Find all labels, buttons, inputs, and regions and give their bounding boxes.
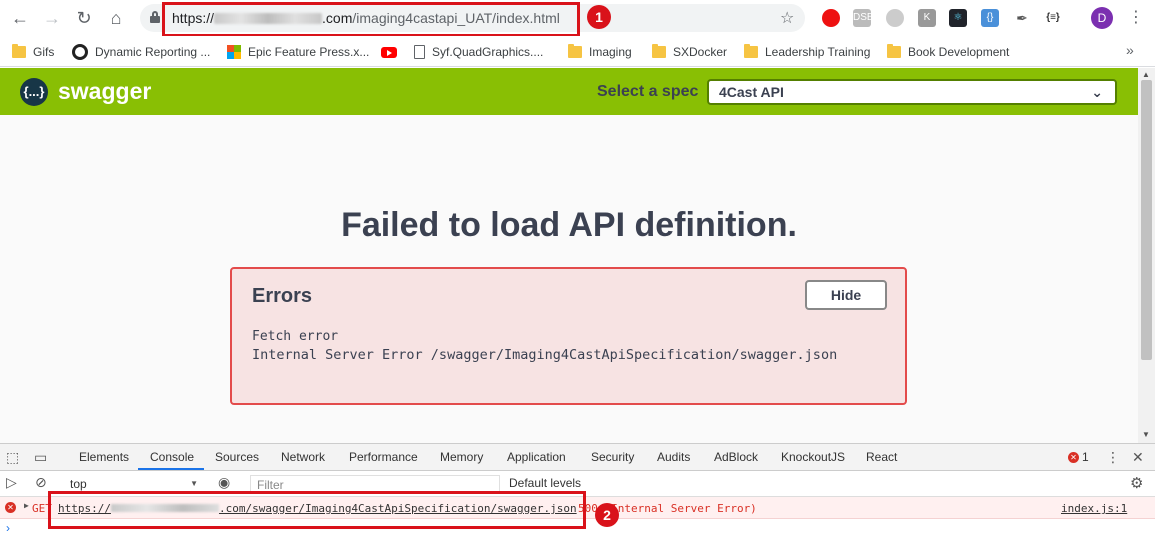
bookmark-youtube[interactable] xyxy=(381,43,397,61)
tab-elements[interactable]: Elements xyxy=(79,450,129,464)
microsoft-icon xyxy=(227,45,241,59)
tab-audits[interactable]: Audits xyxy=(657,450,690,464)
console-prompt[interactable]: › xyxy=(6,521,10,535)
spec-select[interactable]: 4Cast API ⌄ xyxy=(707,79,1117,105)
scroll-thumb[interactable] xyxy=(1141,80,1152,360)
page-title: Failed to load API definition. xyxy=(341,206,797,244)
bookmark-syf[interactable]: Syf.QuadGraphics.... xyxy=(414,43,543,61)
bookmarks-bar: Gifs Dynamic Reporting ... Epic Feature … xyxy=(0,36,1155,67)
circle-icon[interactable] xyxy=(886,9,904,27)
callout-box-console xyxy=(48,491,586,529)
close-icon[interactable]: ✕ xyxy=(1132,449,1144,466)
bookmarks-overflow-icon[interactable]: » xyxy=(1126,42,1134,58)
error-x-icon: ✕ xyxy=(5,502,16,513)
folder-icon xyxy=(652,44,666,58)
bookmark-sxdocker[interactable]: SXDocker xyxy=(652,43,727,61)
active-tab-indicator xyxy=(138,468,204,470)
devtools-tabs: ⬚ ▭ Elements Console Sources Network Per… xyxy=(0,444,1155,471)
swagger-header: {...} swagger Select a spec 4Cast API ⌄ xyxy=(0,68,1138,115)
callout-badge-1: 1 xyxy=(587,5,611,29)
log-levels-select[interactable]: Default levels xyxy=(509,476,581,490)
lock-icon xyxy=(150,11,160,23)
device-toggle-icon[interactable]: ▭ xyxy=(34,449,47,466)
home-icon[interactable]: ⌂ xyxy=(104,6,128,30)
folder-icon xyxy=(568,44,582,58)
folder-icon xyxy=(887,44,901,58)
swagger-logo-icon: {...} xyxy=(20,78,48,106)
scroll-down-icon[interactable]: ▼ xyxy=(1142,430,1150,439)
swagger-main: Failed to load API definition. Errors Hi… xyxy=(0,115,1138,443)
devtools-menu-icon[interactable]: ⋮ xyxy=(1106,449,1120,466)
folder-icon xyxy=(744,44,758,58)
back-arrow-icon[interactable]: ← xyxy=(8,6,32,30)
tab-knockoutjs[interactable]: KnockoutJS xyxy=(781,450,845,464)
tab-adblock[interactable]: AdBlock xyxy=(714,450,758,464)
inspect-icon[interactable]: ⬚ xyxy=(6,449,19,466)
k-icon[interactable]: K xyxy=(918,9,936,27)
browser-toolbar: ← → ↻ ⌂ https://.com/imaging4castapi_UAT… xyxy=(0,0,1155,37)
page-scrollbar[interactable]: ▲ ▼ xyxy=(1138,68,1155,443)
tab-security[interactable]: Security xyxy=(591,450,634,464)
youtube-icon xyxy=(381,46,397,58)
chevron-down-icon: ⌄ xyxy=(1091,84,1103,100)
swagger-title[interactable]: swagger xyxy=(58,78,151,105)
reload-icon[interactable]: ↻ xyxy=(72,6,96,30)
tab-performance[interactable]: Performance xyxy=(349,450,418,464)
bookmark-gifs[interactable]: Gifs xyxy=(12,43,54,61)
tab-react[interactable]: React xyxy=(866,450,897,464)
eye-icon[interactable]: ◉ xyxy=(218,474,230,491)
bookmark-imaging[interactable]: Imaging xyxy=(568,43,632,61)
tab-console[interactable]: Console xyxy=(150,450,194,464)
bookmark-dynamic-reporting[interactable]: Dynamic Reporting ... xyxy=(72,43,210,61)
bookmark-star-icon[interactable]: ☆ xyxy=(780,8,794,28)
callout-badge-2: 2 xyxy=(595,503,619,527)
tab-application[interactable]: Application xyxy=(507,450,566,464)
gear-icon[interactable]: ⚙ xyxy=(1130,474,1143,492)
folder-icon xyxy=(12,44,26,58)
sidebar-toggle-icon[interactable]: ▷ xyxy=(6,474,17,491)
scroll-up-icon[interactable]: ▲ xyxy=(1142,70,1150,79)
errors-heading: Errors xyxy=(252,285,313,307)
errors-panel: Errors Hide Fetch error Internal Server … xyxy=(230,267,907,405)
profile-avatar[interactable]: D xyxy=(1091,7,1113,29)
json-icon[interactable]: {} xyxy=(981,9,999,27)
dr-icon xyxy=(72,44,88,60)
tab-network[interactable]: Network xyxy=(281,450,325,464)
tab-memory[interactable]: Memory xyxy=(440,450,483,464)
braces-icon[interactable]: {≡} xyxy=(1044,9,1062,27)
error-type: Fetch error xyxy=(252,329,339,344)
bookmark-leadership[interactable]: Leadership Training xyxy=(744,43,870,61)
error-message: Internal Server Error /swagger/Imaging4C… xyxy=(252,347,838,363)
stop-icon[interactable] xyxy=(822,9,840,27)
callout-box-url xyxy=(162,2,580,37)
forward-arrow-icon[interactable]: → xyxy=(40,6,64,30)
expand-triangle-icon[interactable]: ▶ xyxy=(24,501,29,510)
clear-console-icon[interactable]: ⊘ xyxy=(35,474,47,491)
source-link[interactable]: index.js:1 xyxy=(1061,502,1127,515)
error-counter[interactable]: ✕ 1 xyxy=(1068,450,1089,464)
tab-sources[interactable]: Sources xyxy=(215,450,259,464)
error-x-icon: ✕ xyxy=(1068,451,1079,463)
hide-button[interactable]: Hide xyxy=(805,280,887,310)
bookmark-book-development[interactable]: Book Development xyxy=(887,43,1009,61)
dsb-icon[interactable]: DSB xyxy=(853,9,874,27)
spec-select-label: Select a spec xyxy=(597,83,699,100)
bookmark-epic-feature[interactable]: Epic Feature Press.x... xyxy=(227,43,369,61)
doc-icon xyxy=(414,45,425,59)
react-icon[interactable]: ⚛ xyxy=(949,9,967,27)
eyedropper-icon[interactable]: ✒ xyxy=(1013,9,1031,27)
menu-kebab-icon[interactable]: ⋮ xyxy=(1128,6,1144,30)
